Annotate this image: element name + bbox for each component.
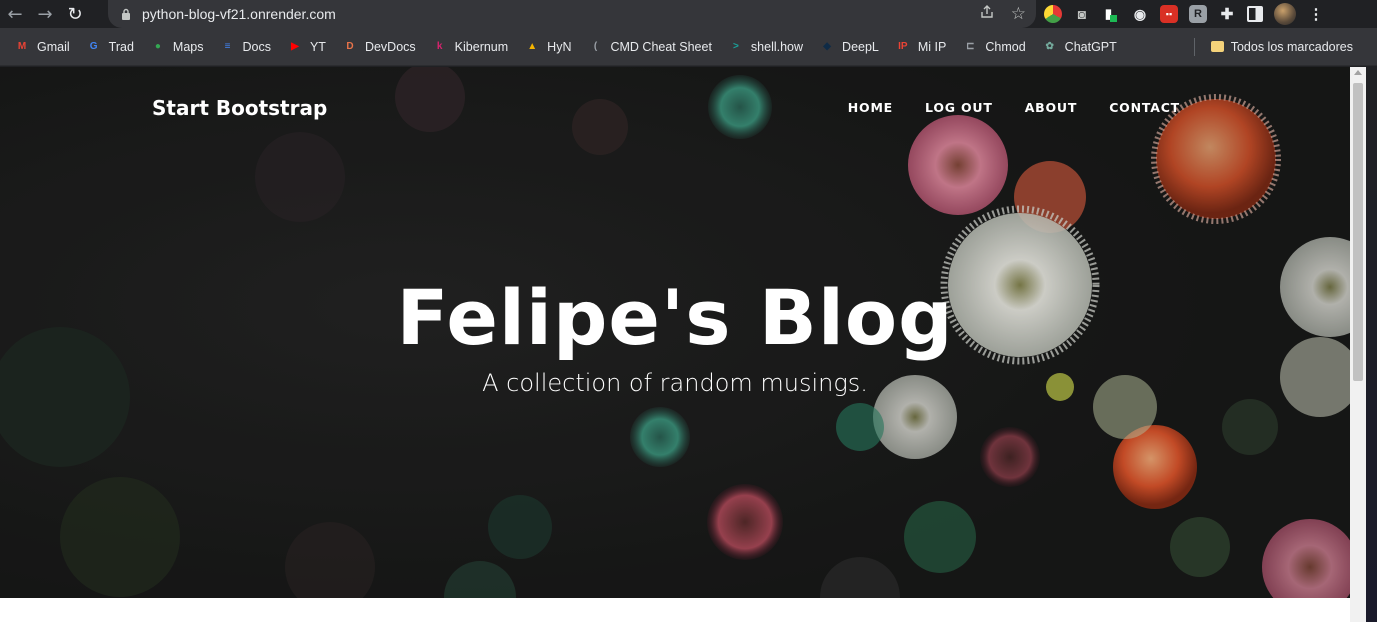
arrow-right-icon: →: [37, 3, 53, 25]
nav-link-log-out[interactable]: Log Out: [925, 100, 993, 115]
chatgpt-icon: ✿: [1045, 41, 1054, 52]
chmod-icon: ⊏: [966, 41, 975, 52]
bookmark-label: DevDocs: [364, 39, 416, 54]
bookmark-label: YT: [309, 39, 326, 54]
puzzle-icon[interactable]: ✚: [1218, 5, 1236, 23]
bookmark-label: ChatGPT: [1064, 39, 1117, 54]
nav-link-home[interactable]: Home: [848, 100, 893, 115]
bookmark-yt[interactable]: ▶ YT: [279, 34, 334, 60]
lock-icon: [120, 8, 132, 20]
side-panel-icon[interactable]: [1247, 6, 1263, 22]
main-nav: Home Log Out About Contact: [848, 100, 1180, 115]
extension-3-icon[interactable]: ▮: [1102, 5, 1120, 23]
page-subtitle: A collection of random musings.: [482, 369, 868, 397]
extension-1-icon[interactable]: [1044, 5, 1062, 23]
bookmark-kibernum[interactable]: k Kibernum: [424, 34, 517, 60]
scrollbar-thumb[interactable]: [1353, 83, 1363, 381]
all-bookmarks-folder[interactable]: Todos los marcadores: [1203, 34, 1361, 60]
kibernum-icon: k: [436, 41, 443, 52]
bookmark-chatgpt[interactable]: ✿ ChatGPT: [1034, 34, 1125, 60]
folder-icon: [1210, 41, 1224, 52]
hyn-icon: ▲: [527, 41, 538, 52]
bookmarks-bar: M Gmail G Trad ● Maps ≡ Docs ▶ YT D DevDocs k Kibernu…: [0, 28, 1377, 66]
navbar-brand[interactable]: Start Bootstrap: [152, 96, 327, 120]
bookmark-label: Mi IP: [917, 39, 947, 54]
camera-icon[interactable]: ◙: [1073, 5, 1091, 23]
bookmark-chmod[interactable]: ⊏ Chmod: [954, 34, 1033, 60]
nav-link-about[interactable]: About: [1025, 100, 1078, 115]
bookmark-trad[interactable]: G Trad: [78, 34, 142, 60]
forward-button[interactable]: →: [30, 0, 60, 28]
share-icon[interactable]: [979, 4, 995, 24]
page-scrollbar[interactable]: [1350, 67, 1366, 622]
bookmark-gmail[interactable]: M Gmail: [6, 34, 78, 60]
extension-5-icon[interactable]: ▪▪: [1160, 5, 1178, 23]
address-bar[interactable]: python-blog-vf21.onrender.com ☆: [108, 0, 1036, 28]
bookmark-docs[interactable]: ≡ Docs: [211, 34, 278, 60]
bookmark-label: Trad: [108, 39, 134, 54]
docs-icon: ≡: [224, 41, 231, 52]
bookmark-label: CMD Cheat Sheet: [610, 39, 712, 54]
bookmark-label: HyN: [547, 39, 572, 54]
bookmark-label: Kibernum: [454, 39, 509, 54]
profile-avatar[interactable]: [1274, 3, 1296, 25]
menu-icon[interactable]: ⋮: [1307, 5, 1325, 23]
bookmark-label: DeepL: [842, 39, 879, 54]
bookmark-mi-ip[interactable]: IP Mi IP: [887, 34, 954, 60]
reload-icon: ↻: [67, 3, 83, 25]
bookmark-label: Chmod: [985, 39, 1026, 54]
deepl-icon: ◆: [823, 41, 831, 52]
scroll-up-icon[interactable]: [1354, 70, 1362, 75]
cmd-icon: (: [593, 41, 598, 52]
shell-icon: >: [733, 41, 739, 52]
bookmark-label: Docs: [242, 39, 271, 54]
arrow-left-icon: ←: [7, 3, 23, 25]
bookmark-label: shell.how: [750, 39, 804, 54]
masthead: Start Bootstrap Home Log Out About Conta…: [0, 67, 1350, 598]
page-viewport: Start Bootstrap Home Log Out About Conta…: [0, 67, 1350, 622]
nav-link-contact[interactable]: Contact: [1109, 100, 1180, 115]
bookmark-star-icon[interactable]: ☆: [1011, 4, 1026, 24]
extension-4-icon[interactable]: ◉: [1131, 5, 1149, 23]
bookmark-devdocs[interactable]: D DevDocs: [334, 34, 424, 60]
extension-6-icon[interactable]: R: [1189, 5, 1207, 23]
translate-icon: G: [89, 41, 98, 52]
bookmark-maps[interactable]: ● Maps: [142, 34, 212, 60]
bookmark-label: Gmail: [37, 39, 70, 54]
reload-button[interactable]: ↻: [60, 0, 90, 28]
browser-toolbar: ← → ↻ python-blog-vf21.onrender.com ☆ ◙ …: [0, 0, 1377, 28]
gmail-icon: M: [17, 41, 27, 52]
bookmark-label: Maps: [172, 39, 204, 54]
back-button[interactable]: ←: [0, 0, 30, 28]
extensions-area: ◙ ▮ ◉ ▪▪ R ✚ ⋮: [1044, 0, 1325, 28]
mi-ip-icon: IP: [898, 41, 908, 52]
bookmarks-separator: [1193, 37, 1195, 56]
youtube-icon: ▶: [291, 41, 299, 52]
all-bookmarks-label: Todos los marcadores: [1230, 39, 1353, 54]
devdocs-icon: D: [346, 41, 354, 52]
page-title: Felipe's Blog: [396, 273, 954, 362]
maps-icon: ●: [154, 41, 161, 52]
bookmark-deepl[interactable]: ◆ DeepL: [811, 34, 887, 60]
bookmark-hyn[interactable]: ▲ HyN: [516, 34, 579, 60]
url-text: python-blog-vf21.onrender.com: [142, 6, 336, 22]
bookmark-cmd-cheat-sheet[interactable]: ( CMD Cheat Sheet: [579, 34, 719, 60]
desktop-background: [1366, 67, 1377, 622]
bookmark-shell-how[interactable]: > shell.how: [720, 34, 811, 60]
